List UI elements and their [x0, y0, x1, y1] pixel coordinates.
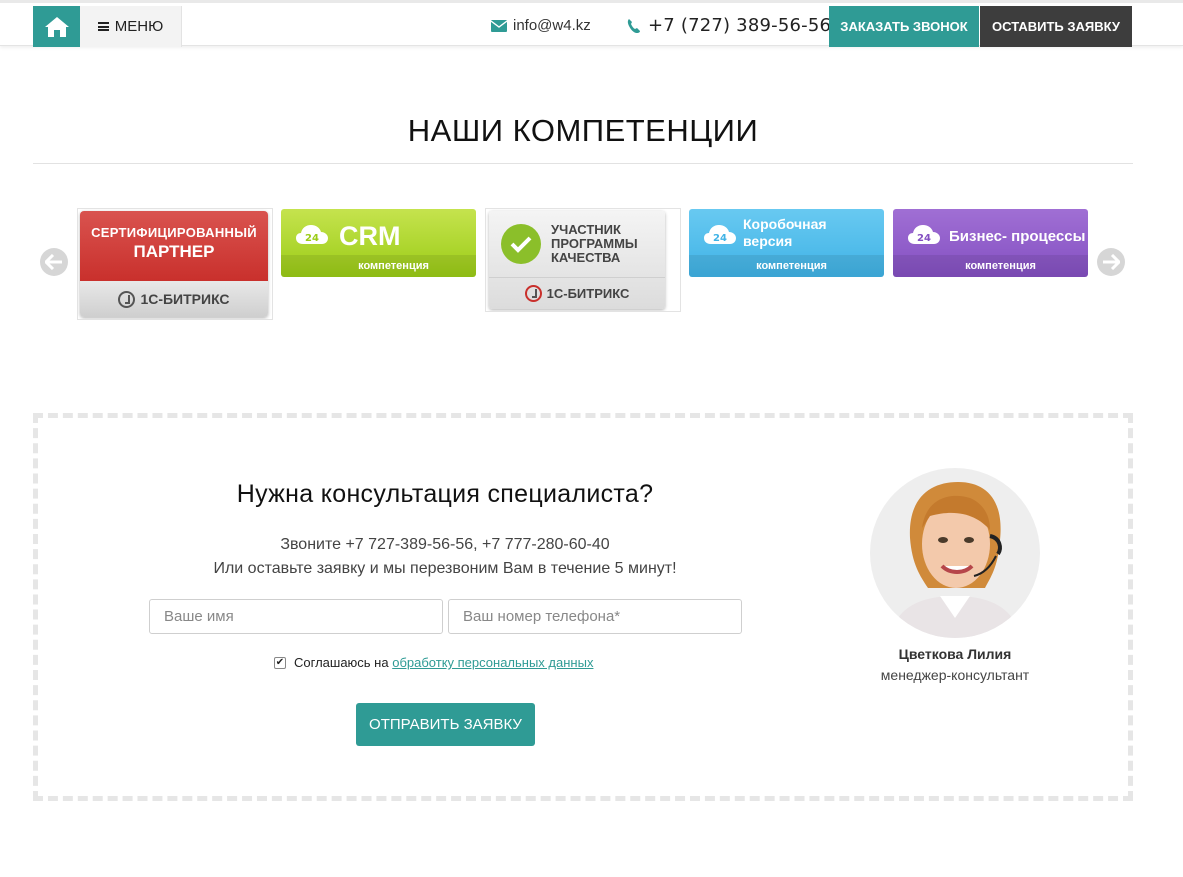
badge-line: СЕРТИФИЦИРОВАННЫЙ: [91, 225, 257, 240]
badge-business-processes[interactable]: 24 Бизнес- процессы компетенция: [893, 209, 1088, 277]
badge-title: версия: [743, 233, 793, 249]
svg-text:24: 24: [713, 233, 727, 244]
privacy-link[interactable]: обработку персональных данных: [392, 655, 593, 670]
submit-button[interactable]: ОТПРАВИТЬ ЗАЯВКУ: [356, 703, 535, 746]
badge-quality-program[interactable]: УЧАСТНИК ПРОГРАММЫ КАЧЕСТВА 1С-БИТРИКС: [485, 208, 681, 312]
menu-label: МЕНЮ: [114, 18, 164, 35]
phone-text: +7 (727) 389-56-56: [648, 15, 832, 36]
badge-line: УЧАСТНИК: [551, 222, 621, 237]
bitrix-logo-icon: [118, 290, 136, 308]
envelope-icon: [491, 19, 507, 32]
arrow-right-icon: [1103, 254, 1120, 270]
badge-title: CRM: [339, 221, 401, 251]
badge-line: ПАРТНЕР: [133, 242, 215, 261]
phone-icon: [627, 18, 640, 33]
consent-checkbox[interactable]: ✔: [274, 656, 286, 669]
section-title: НАШИ КОМПЕТЕНЦИИ: [407, 113, 759, 148]
phone-number[interactable]: +7 (727) 389-56-56: [627, 15, 831, 36]
badge-subtitle: компетенция: [893, 255, 1088, 277]
consent-text: Соглашаюсь на: [294, 655, 389, 670]
badge-subtitle: компетенция: [689, 255, 884, 277]
badge-line: КАЧЕСТВА: [551, 250, 621, 265]
email-text: info@w4.kz: [513, 17, 591, 34]
email-link[interactable]: info@w4.kz: [491, 17, 591, 34]
arrow-left-icon: [45, 254, 62, 270]
badge-boxed-version[interactable]: 24 Коробочная версия компетенция: [689, 209, 884, 277]
home-button[interactable]: [33, 6, 80, 47]
badge-crm[interactable]: 24 CRM компетенция: [281, 209, 476, 277]
section-divider: [33, 163, 1133, 164]
menu-button[interactable]: МЕНЮ: [80, 6, 182, 47]
badge-subtitle: компетенция: [281, 255, 476, 277]
request-button[interactable]: ОСТАВИТЬ ЗАЯВКУ: [980, 6, 1132, 47]
consultation-title: Нужна консультация специалиста?: [236, 480, 654, 508]
cloud-24-icon: 24: [908, 225, 940, 244]
manager-avatar: [870, 468, 1040, 638]
manager-role: менеджер-консультант: [880, 667, 1030, 683]
carousel-prev-button[interactable]: [40, 248, 68, 276]
badge-brand: 1С-БИТРИКС: [140, 291, 230, 307]
callback-button[interactable]: ЗАКАЗАТЬ ЗВОНОК: [829, 6, 979, 47]
top-bar: МЕНЮ info@w4.kz +7 (727) 389-56-56 ЗАКАЗ…: [0, 0, 1183, 47]
cloud-24-icon: 24: [296, 225, 328, 244]
phone-input[interactable]: Ваш номер телефона*: [448, 599, 742, 634]
badge-title: Бизнес- процессы: [949, 228, 1086, 245]
home-icon: [44, 16, 69, 37]
badge-line: ПРОГРАММЫ: [551, 236, 638, 251]
name-input[interactable]: Ваше имя: [149, 599, 443, 634]
consultation-line: Звоните +7 727-389-56-56, +7 777-280-60-…: [280, 536, 610, 553]
svg-text:24: 24: [917, 233, 931, 244]
bitrix-logo-icon: [524, 285, 542, 302]
badge-title: Коробочная: [743, 216, 827, 232]
manager-name: Цветкова Лилия: [898, 646, 1012, 662]
svg-text:24: 24: [305, 233, 319, 244]
consent-row: ✔ Соглашаюсь на обработку персональных д…: [274, 655, 593, 670]
cloud-24-icon: 24: [704, 225, 736, 244]
consultation-line: Или оставьте заявку и мы перезвоним Вам …: [213, 560, 677, 577]
check-seal-icon: [501, 224, 541, 264]
badge-certified-partner[interactable]: СЕРТИФИЦИРОВАННЫЙ ПАРТНЕР 1С-БИТРИКС: [77, 208, 273, 320]
menu-icon: [97, 22, 109, 31]
carousel-next-button[interactable]: [1097, 248, 1125, 276]
badge-brand: 1С-БИТРИКС: [546, 286, 630, 301]
consultation-text: Звоните +7 727-389-56-56, +7 777-280-60-…: [0, 533, 890, 581]
